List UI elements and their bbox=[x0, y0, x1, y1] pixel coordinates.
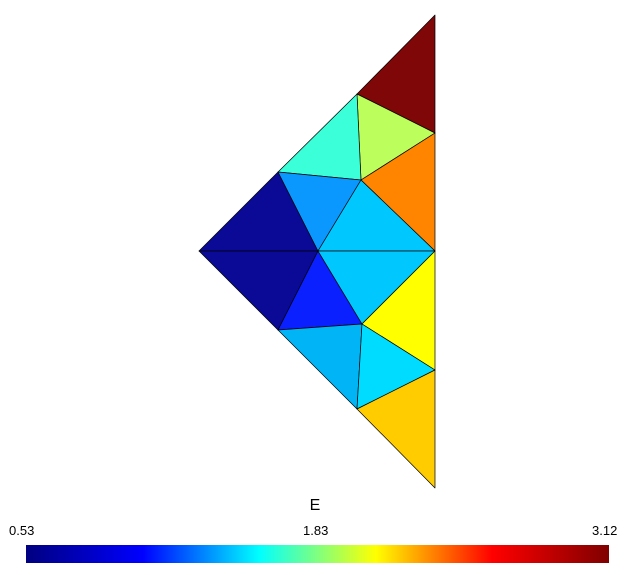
colorbar-title: E bbox=[309, 497, 321, 514]
colorbar-mid-label: 1.83 bbox=[303, 523, 329, 538]
colorbar-min-label: 0.53 bbox=[9, 523, 35, 538]
element-lower-left bbox=[277, 323, 363, 410]
mesh-plot bbox=[198, 14, 436, 489]
element-upper-left bbox=[277, 93, 362, 181]
colorbar-max-label: 3.12 bbox=[592, 523, 618, 538]
colorbar-gradient bbox=[26, 545, 609, 563]
